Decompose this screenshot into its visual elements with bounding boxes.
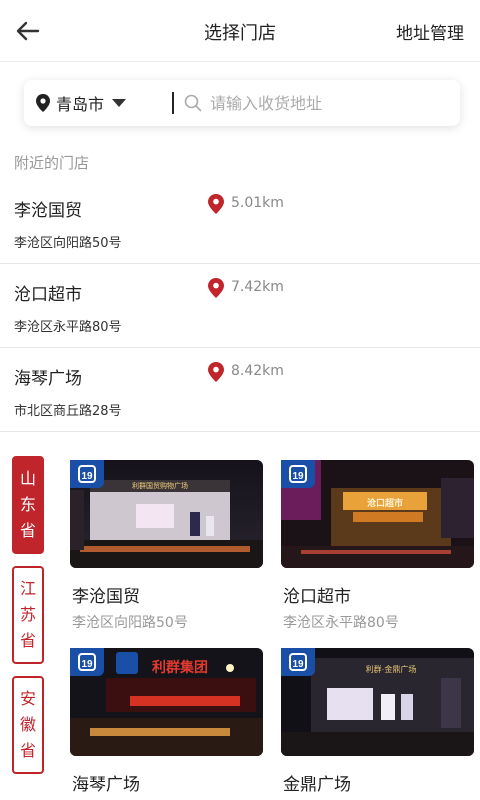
province-char: 省 bbox=[19, 741, 36, 760]
store-card-name: 金鼎广场 bbox=[283, 775, 351, 795]
nearby-store-row[interactable]: 李沧国贸 5.01km 李沧区向阳路50号 bbox=[0, 180, 480, 264]
search-icon bbox=[184, 94, 202, 112]
store-distance: 7.42km bbox=[231, 279, 284, 295]
search-bar: 青岛市 bbox=[24, 80, 460, 126]
city-name: 青岛市 bbox=[56, 95, 105, 114]
brand-logo-icon: 19 bbox=[281, 460, 315, 488]
brand-logo-icon: 19 bbox=[70, 460, 104, 488]
storefront-sign: 利群集团 bbox=[152, 659, 208, 675]
store-card-address: 李沧区向阳路50号 bbox=[72, 615, 188, 631]
top-bar: 选择门店 地址管理 bbox=[0, 0, 480, 62]
province-char: 东 bbox=[19, 495, 36, 514]
caret-down-icon bbox=[112, 99, 127, 107]
province-char: 苏 bbox=[19, 605, 36, 624]
divider bbox=[172, 92, 174, 114]
store-card[interactable]: 利群集团 19 海琴广场 bbox=[70, 648, 263, 795]
location-pin-icon bbox=[208, 194, 224, 214]
province-char: 徽 bbox=[19, 715, 36, 734]
store-name: 海琴广场 bbox=[14, 369, 82, 389]
storefront-sign: 沧口超市 bbox=[367, 497, 403, 508]
address-management-link[interactable]: 地址管理 bbox=[396, 19, 464, 44]
store-address: 李沧区向阳路50号 bbox=[14, 236, 122, 251]
store-address: 市北区商丘路28号 bbox=[14, 404, 122, 419]
store-card[interactable]: 利群国贸购物广场 19 李沧国贸 李沧区向阳路50号 bbox=[70, 460, 263, 631]
store-card-name: 沧口超市 bbox=[283, 587, 351, 607]
store-distance: 8.42km bbox=[231, 363, 284, 379]
province-tab-anhui[interactable]: 安 徽 省 bbox=[12, 676, 44, 774]
svg-text:19: 19 bbox=[292, 471, 304, 482]
province-char: 江 bbox=[19, 579, 36, 598]
nearby-store-list: 李沧国贸 5.01km 李沧区向阳路50号 沧口超市 7.42km 李沧区永平路… bbox=[0, 180, 480, 432]
province-char: 安 bbox=[19, 689, 36, 708]
store-name: 李沧国贸 bbox=[14, 201, 82, 221]
province-tab-shandong[interactable]: 山 东 省 bbox=[12, 456, 44, 554]
store-card-name: 海琴广场 bbox=[72, 775, 140, 795]
province-char: 省 bbox=[19, 631, 36, 650]
brand-logo-icon: 19 bbox=[70, 648, 104, 676]
province-tab-jiangsu[interactable]: 江 苏 省 bbox=[12, 566, 44, 664]
province-char: 省 bbox=[19, 521, 36, 540]
province-char: 山 bbox=[19, 469, 36, 488]
store-address: 李沧区永平路80号 bbox=[14, 320, 122, 335]
location-pin-icon bbox=[36, 94, 50, 112]
svg-text:19: 19 bbox=[81, 659, 93, 670]
brand-logo-icon: 19 bbox=[281, 648, 315, 676]
store-distance: 5.01km bbox=[231, 195, 284, 211]
province-tabs: 山 东 省 江 苏 省 安 徽 省 bbox=[12, 456, 44, 786]
store-card[interactable]: 沧口超市 19 沧口超市 李沧区永平路80号 bbox=[281, 460, 474, 631]
nearby-stores-heading: 附近的门店 bbox=[14, 154, 90, 172]
svg-text:19: 19 bbox=[81, 471, 93, 482]
city-selector[interactable]: 青岛市 bbox=[36, 92, 127, 114]
store-card-address: 李沧区永平路80号 bbox=[283, 615, 399, 631]
storefront-sign: 利群国贸购物广场 bbox=[132, 481, 188, 490]
svg-text:19: 19 bbox=[292, 659, 304, 670]
nearby-store-row[interactable]: 沧口超市 7.42km 李沧区永平路80号 bbox=[0, 264, 480, 348]
nearby-store-row[interactable]: 海琴广场 8.42km 市北区商丘路28号 bbox=[0, 348, 480, 432]
storefront-sign: 利群·金鼎广场 bbox=[366, 664, 417, 674]
store-card[interactable]: 利群·金鼎广场 19 金鼎广场 bbox=[281, 648, 474, 795]
store-card-name: 李沧国贸 bbox=[72, 587, 140, 607]
location-pin-icon bbox=[208, 278, 224, 298]
location-pin-icon bbox=[208, 362, 224, 382]
store-name: 沧口超市 bbox=[14, 285, 82, 305]
address-search-input[interactable] bbox=[210, 90, 450, 116]
